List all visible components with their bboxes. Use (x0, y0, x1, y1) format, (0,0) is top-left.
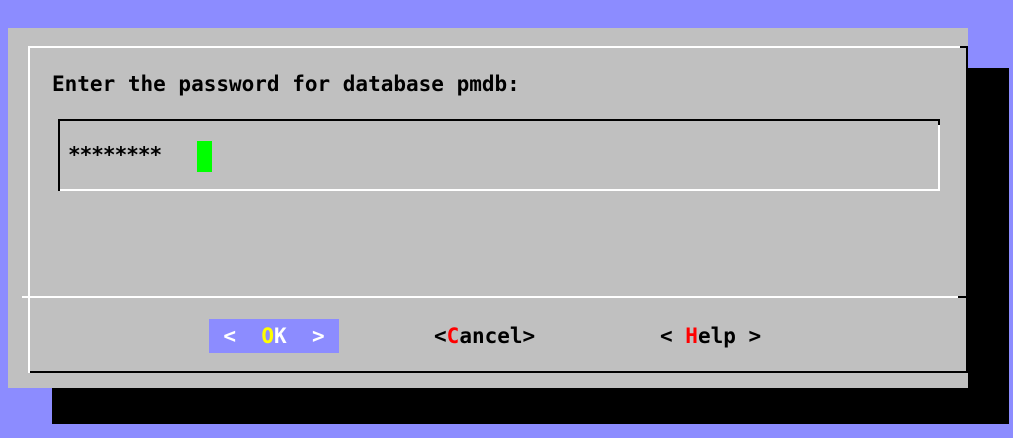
input-corner (938, 119, 940, 125)
button-separator (22, 296, 960, 298)
cancel-button-left-bracket: < (434, 324, 447, 348)
password-input[interactable]: ******** (58, 119, 940, 191)
dialog-frame-left (28, 46, 30, 373)
dialog-frame-top (28, 46, 968, 48)
cancel-button[interactable]: <Cancel> (434, 319, 535, 353)
ok-button-label-rest: K (274, 324, 287, 348)
password-masked-value: ******** (68, 143, 162, 167)
input-corner (58, 185, 60, 191)
help-button[interactable]: < Help > (660, 319, 761, 353)
ok-button-right-bracket: > (286, 324, 325, 348)
help-button-left-bracket: < (660, 324, 686, 348)
cancel-button-label-rest: ancel> (459, 324, 536, 348)
dialog-frame-tick (28, 365, 30, 373)
dialog-frame-right (966, 46, 968, 373)
text-cursor (197, 141, 212, 172)
ok-button[interactable]: < OK > (209, 319, 339, 353)
ok-button-hotkey: O (261, 324, 274, 348)
dialog-frame-bottom (28, 371, 968, 373)
cancel-button-hotkey: C (446, 324, 460, 348)
ok-button-left-bracket: < (223, 324, 262, 348)
dialog-frame-tick (960, 46, 968, 48)
help-button-label-rest: elp > (697, 324, 762, 348)
help-button-hotkey: H (685, 324, 698, 348)
password-prompt-label: Enter the password for database pmdb: (52, 72, 520, 96)
button-separator-end (958, 296, 968, 298)
